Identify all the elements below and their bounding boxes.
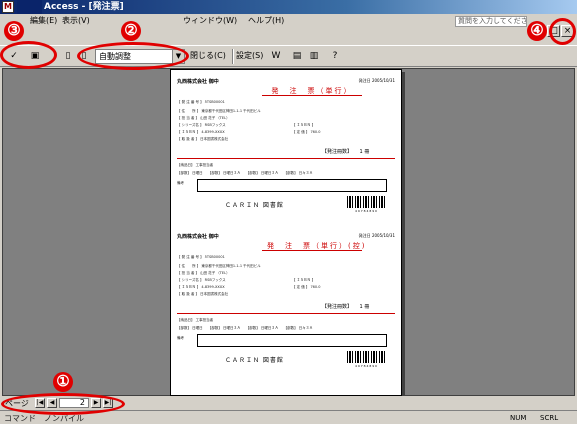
form-row: 【 取 扱 者 】 日本図書株式会社 (177, 292, 229, 296)
form-cells-mid: 【部数】 日曜日 【部数】 日曜日３Ａ 【部数】 日曜日３Ａ 【部数】 日々３Ａ (177, 326, 313, 330)
barcode (347, 196, 385, 208)
form-row: 【 シリーズ名 】 RSBフックス (177, 278, 226, 282)
form-remarks-label: 備考 (177, 181, 184, 185)
form-amount-label: 【発注冊数】 (322, 149, 350, 155)
form-cells-top: 【納品日】 工事担当者 (177, 318, 214, 322)
status-num: NUM (510, 414, 527, 422)
form-company: 丸西株式会社 御中 (177, 79, 219, 85)
new-object-icon[interactable]: ▥ (306, 49, 322, 64)
order-form-1: 丸西株式会社 御中 発注日 2005/10/31 発 注 票（単行） 【 発 注… (177, 78, 395, 228)
form-divider (177, 158, 395, 159)
help-icon[interactable]: ? (327, 49, 343, 64)
form-remarks-box (197, 334, 387, 347)
window-title: Access - [発注票] (44, 2, 124, 12)
form-row-right: 【 定 価 】 760.0 (292, 130, 321, 134)
form-date-label: 発注日 (358, 78, 371, 83)
form-amount: 【発注冊数】 1 冊 (322, 303, 369, 310)
access-window: M Access - [発注票] 編集(E) 表示(V) ウィンドウ(W) ヘル… (0, 0, 577, 424)
form-amount-value: 1 冊 (359, 304, 370, 310)
help-question-input[interactable]: 質問を入力してください (455, 16, 527, 27)
form-row: 【 住 所 】 東京都千代田区神田1-1-1 千代田ビル (177, 109, 261, 113)
status-bar: コマンド ノンパイル NUM SCRL (0, 410, 577, 424)
status-scrl: SCRL (540, 414, 559, 422)
prev-page-button[interactable]: ◀ (47, 398, 57, 408)
form-row: 【 担 当 者 】 山田 花子 （TEL） (177, 116, 230, 120)
form-divider (177, 313, 395, 314)
form-row-right: 【 ＩＳＢＮ 】 (292, 123, 316, 127)
close-button[interactable]: × (561, 25, 574, 37)
form-date: 発注日 2005/10/31 (359, 78, 395, 84)
db-window-icon[interactable]: ▤ (289, 49, 305, 64)
print-icon[interactable]: ▣ (27, 49, 43, 64)
two-page-icon[interactable]: ▯ (76, 49, 92, 64)
next-page-button[interactable]: ▶ (91, 398, 101, 408)
last-page-button[interactable]: ▶| (103, 398, 113, 408)
print-preview-toolbar: ✓ ▣ ▯ ▯ 自動調整 ▼ 閉じる(C) 設定(S) W ▤ ▥ ? (0, 45, 577, 67)
form-row: 【 担 当 者 】 山田 花子 （TEL） (177, 271, 230, 275)
barcode-number: 4 9 7 8 4 8 9 0 (355, 209, 377, 213)
form-row-right: 【 ＩＳＢＮ 】 (292, 278, 316, 282)
form-title-underline (262, 95, 362, 96)
form-remarks-box (197, 179, 387, 192)
callout-number-2: ② (121, 21, 141, 41)
one-page-icon[interactable]: ▯ (60, 49, 76, 64)
toolbar-separator (232, 49, 234, 64)
form-cells-top: 【納品日】 工事担当者 (177, 163, 214, 167)
form-brand: ＣＡＲＩＮ 図書館 (225, 202, 284, 209)
view-icon[interactable]: ✓ (6, 49, 22, 64)
menu-edit[interactable]: 編集(E) (30, 16, 57, 26)
form-row: 【 取 扱 者 】 日本図書株式会社 (177, 137, 229, 141)
report-page: 丸西株式会社 御中 発注日 2005/10/31 発 注 票（単行） 【 発 注… (170, 69, 402, 396)
form-cells-mid: 【部数】 日曜日 【部数】 日曜日３Ａ 【部数】 日曜日３Ａ 【部数】 日々３Ａ (177, 171, 313, 175)
form-row: 【 ＩＳＢＮ 】 4-8399-XXXX (177, 130, 225, 134)
form-brand: ＣＡＲＩＮ 図書館 (225, 357, 284, 364)
form-date-value: 2005/10/31 (371, 78, 395, 83)
form-row: 【 発 注 番 号 】 5TSB00001 (177, 255, 225, 259)
status-text: コマンド ノンパイル (4, 414, 84, 423)
page-label: ページ (5, 399, 29, 408)
form-amount: 【発注冊数】 1 冊 (322, 148, 369, 155)
barcode (347, 351, 385, 363)
record-navigation-bar: ページ |◀ ◀ 2 ▶ ▶| (0, 396, 577, 410)
callout-number-4: ④ (527, 21, 547, 41)
form-row: 【 住 所 】 東京都千代田区神田1-1-1 千代田ビル (177, 264, 261, 268)
form-title-underline (262, 250, 362, 251)
form-amount-value: 1 冊 (359, 149, 370, 155)
callout-number-1: ① (53, 372, 73, 392)
page-number-input[interactable]: 2 (59, 398, 89, 408)
menu-bar: 編集(E) 表示(V) ウィンドウ(W) ヘルプ(H) 質問を入力してください (0, 14, 577, 28)
menu-view[interactable]: 表示(V) (62, 16, 90, 26)
callout-number-3: ③ (4, 21, 24, 41)
maximize-button[interactable]: □ (547, 25, 560, 37)
access-app-icon[interactable]: M (2, 1, 14, 13)
form-row: 【 シリーズ名 】 RSBフックス (177, 123, 226, 127)
first-page-button[interactable]: |◀ (35, 398, 45, 408)
form-date: 発注日 2005/10/31 (359, 233, 395, 239)
form-row: 【 発 注 番 号 】 5TSB00001 (177, 100, 225, 104)
form-row-right: 【 定 価 】 760.0 (292, 285, 321, 289)
barcode-number: 4 9 7 8 4 8 9 0 (355, 364, 377, 368)
page-setup-button[interactable]: 設定(S) (236, 51, 263, 61)
form-remarks-label: 備考 (177, 336, 184, 340)
zoom-select[interactable]: 自動調整 ▼ (95, 49, 185, 64)
form-date-label: 発注日 (358, 233, 371, 238)
menu-help[interactable]: ヘルプ(H) (248, 16, 284, 26)
preview-area[interactable]: 丸西株式会社 御中 発注日 2005/10/31 発 注 票（単行） 【 発 注… (2, 68, 575, 396)
zoom-value: 自動調整 (99, 52, 131, 61)
close-preview-button[interactable]: 閉じる(C) (190, 51, 226, 61)
form-amount-label: 【発注冊数】 (322, 304, 350, 310)
order-form-2: 丸西株式会社 御中 発注日 2005/10/31 発 注 票（単行）(控) 【 … (177, 233, 395, 383)
form-date-value: 2005/10/31 (371, 233, 395, 238)
title-bar: M Access - [発注票] (0, 0, 577, 14)
word-icon[interactable]: W (268, 49, 284, 64)
form-company: 丸西株式会社 御中 (177, 234, 219, 240)
title-redacted (17, 0, 42, 14)
menu-window[interactable]: ウィンドウ(W) (183, 16, 237, 26)
form-row: 【 ＩＳＢＮ 】 4-8399-XXXX (177, 285, 225, 289)
chevron-down-icon[interactable]: ▼ (172, 50, 184, 63)
